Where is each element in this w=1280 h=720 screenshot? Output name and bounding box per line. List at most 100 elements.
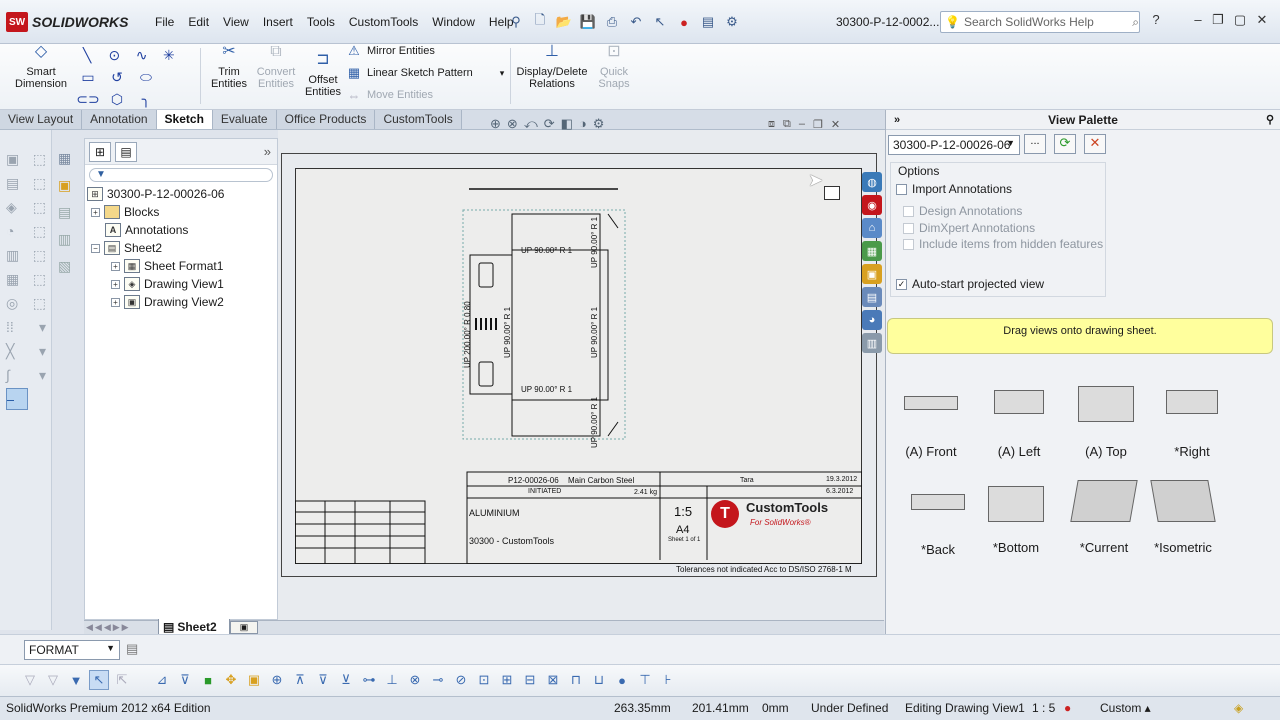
minimize-window-icon[interactable]: –	[1188, 12, 1208, 30]
tree-root[interactable]: ⊞ 30300-P-12-00026-06	[87, 187, 224, 201]
menu-insert[interactable]: Insert	[256, 13, 300, 31]
sheet-nav-arrows-icon[interactable]: ◀◀◀▶▶	[86, 622, 131, 633]
folder-icon[interactable]: ▣	[58, 177, 78, 194]
polygon-icon[interactable]: ⬡	[105, 91, 129, 108]
browse-button[interactable]: ...	[1024, 134, 1046, 154]
toolbar-item[interactable]: ∫ ▾	[6, 364, 46, 386]
view-icon[interactable]: ▤	[58, 204, 78, 221]
close-window-icon[interactable]: ✕	[1252, 12, 1272, 30]
toolbar-item[interactable]: ▦ ⬚	[6, 268, 46, 290]
filter-sketch-icon[interactable]: ⊶	[359, 670, 379, 690]
ellipse-icon[interactable]: ⬭	[134, 69, 158, 86]
tree-item-blocks[interactable]: + Blocks	[91, 205, 159, 219]
restore-window-icon[interactable]: ❐	[1208, 12, 1228, 30]
design-annotations-checkbox[interactable]: Design Annotations	[903, 204, 1022, 218]
filter-weldbead-icon[interactable]: ⊓	[566, 670, 586, 690]
filter-icon[interactable]: ▽	[20, 670, 40, 690]
tab-view-layout[interactable]: View Layout	[0, 110, 83, 129]
refresh-icon[interactable]: ⟳	[1054, 134, 1076, 154]
menu-view[interactable]: View	[216, 13, 256, 31]
hide-show-icon[interactable]: ◑	[579, 116, 587, 132]
add-sheet-icon[interactable]: ▣	[230, 621, 258, 634]
save-icon[interactable]: 💾	[578, 13, 598, 31]
quick-snaps-button[interactable]: ⊡ Quick Snaps	[594, 44, 634, 108]
filter-edges-icon[interactable]: ▼	[66, 670, 86, 690]
toolbar-item[interactable]: ◎ ⬚	[6, 292, 46, 314]
filter-dims-icon[interactable]: ■	[198, 670, 218, 690]
open-folder-icon[interactable]: 📂	[554, 13, 574, 31]
rebuild-icon[interactable]: ●	[674, 13, 694, 31]
select-other-icon[interactable]: ⇱	[112, 670, 132, 690]
toolbar-item[interactable]: ⁞⁞ ▾	[6, 316, 46, 338]
palette-view-isometric[interactable]: *Isometric	[1150, 480, 1216, 555]
expand-icon[interactable]: +	[111, 279, 120, 289]
custom-properties-icon[interactable]: ▥	[862, 333, 882, 353]
palette-view-left[interactable]: (A) Left	[994, 390, 1044, 459]
import-annotations-checkbox[interactable]: Import Annotations	[896, 182, 1012, 196]
select-arrow-icon[interactable]: ↖	[89, 670, 109, 690]
tree-item-drawing-view2[interactable]: + ▣ Drawing View2	[111, 295, 224, 309]
status-units[interactable]: Custom ▴	[1100, 701, 1151, 715]
dim-label[interactable]: UP 90.00° R 1	[590, 217, 599, 268]
palette-view-right[interactable]: *Right	[1166, 390, 1218, 459]
file-properties-icon[interactable]: ▤	[698, 13, 718, 31]
filter-holes-icon[interactable]: ⊘	[451, 670, 471, 690]
doc-collapse-icon[interactable]: ⧈	[768, 118, 775, 131]
menu-window[interactable]: Window	[425, 13, 482, 31]
expand-arrow-icon[interactable]: »	[894, 114, 900, 126]
pin-icon[interactable]: ⚲	[1266, 113, 1274, 126]
filter-tables-icon[interactable]: ⊸	[428, 670, 448, 690]
toolbar-item[interactable]: ▥ ⬚	[6, 244, 46, 266]
table-icon[interactable]: ▧	[58, 258, 78, 275]
autostart-projected-checkbox[interactable]: ✓ Auto-start projected view	[896, 277, 1044, 291]
layer-properties-icon[interactable]: ▤	[126, 641, 138, 657]
menu-file[interactable]: File	[148, 13, 181, 31]
linear-pattern-button[interactable]: ▦ Linear Sketch Pattern ▾	[346, 62, 510, 84]
filter-vertex-icon[interactable]: ⊿	[152, 670, 172, 690]
dim-label[interactable]: UP 90.00° R 1	[590, 397, 599, 448]
filter-axis-icon[interactable]: ⊤	[635, 670, 655, 690]
hidden-features-checkbox[interactable]: Include items from hidden features	[903, 237, 1103, 251]
filter-welds-icon[interactable]: ⊼	[290, 670, 310, 690]
doc-close-icon[interactable]: ✕	[831, 118, 840, 131]
doc-expand-icon[interactable]: ⧉	[783, 118, 791, 131]
expand-icon[interactable]: +	[111, 261, 120, 271]
tree-item-sheet-format[interactable]: + ▦ Sheet Format1	[111, 259, 223, 273]
menu-customtools[interactable]: CustomTools	[342, 13, 425, 31]
filter-hatch-icon[interactable]: ⊞	[497, 670, 517, 690]
tab-office-products[interactable]: Office Products	[276, 110, 376, 129]
undo-icon[interactable]: ↶	[626, 13, 646, 31]
doc-minimize-icon[interactable]: –	[799, 118, 805, 131]
help-search-box[interactable]: 💡 Search SolidWorks Help ⌕	[940, 11, 1140, 33]
feature-manager-tab-icon[interactable]: ⊞	[89, 141, 111, 162]
toolbar-item[interactable]: ◈ ⬚	[6, 196, 46, 218]
property-manager-tab-icon[interactable]: ▤	[115, 141, 137, 162]
palette-view-current[interactable]: *Current	[1070, 480, 1138, 555]
previous-view-icon[interactable]: ⤺	[524, 116, 538, 132]
display-delete-relations-button[interactable]: ⊥ Display/Delete Relations	[514, 44, 590, 108]
chevron-down-icon[interactable]: ▾	[500, 68, 505, 79]
arc-icon[interactable]: ↺	[105, 69, 129, 86]
filter-notes-icon[interactable]: ✥	[221, 670, 241, 690]
tree-item-drawing-view1[interactable]: + ◈ Drawing View1	[111, 277, 224, 291]
tab-sketch[interactable]: Sketch	[156, 110, 213, 129]
filter-blocks-icon[interactable]: ⊗	[405, 670, 425, 690]
new-sheet-icon[interactable]: ▦	[58, 150, 78, 167]
folder-icon[interactable]: ▣	[862, 264, 882, 284]
offset-entities-button[interactable]: ⊐ Offset Entities	[300, 52, 346, 116]
zoom-to-fit-icon[interactable]: ⊕	[490, 116, 501, 132]
tree-filter[interactable]: ▼	[89, 168, 273, 182]
tab-evaluate[interactable]: Evaluate	[212, 110, 277, 129]
display-style-icon[interactable]: ◧	[561, 116, 573, 132]
sheet-tab-sheet2[interactable]: ▤ Sheet2	[158, 619, 230, 635]
filter-routing-icon[interactable]: ⊦	[658, 670, 678, 690]
toolbar-item[interactable]: ▣ ⬚	[6, 148, 46, 170]
palette-view-back[interactable]: *Back	[911, 494, 965, 557]
slot-icon[interactable]: ⊂⊃	[76, 91, 100, 108]
filter-cosmetic-icon[interactable]: ⊡	[474, 670, 494, 690]
maximize-window-icon[interactable]: ▢	[1230, 12, 1250, 30]
dim-label[interactable]: UP 200.00° R 0.80	[463, 301, 472, 368]
smart-dimension-button[interactable]: ◇ Smart Dimension	[12, 44, 70, 108]
toolbar-item[interactable]: ╳ ▾	[6, 340, 46, 362]
dim-label[interactable]: UP 90.00° R 1	[521, 246, 572, 255]
